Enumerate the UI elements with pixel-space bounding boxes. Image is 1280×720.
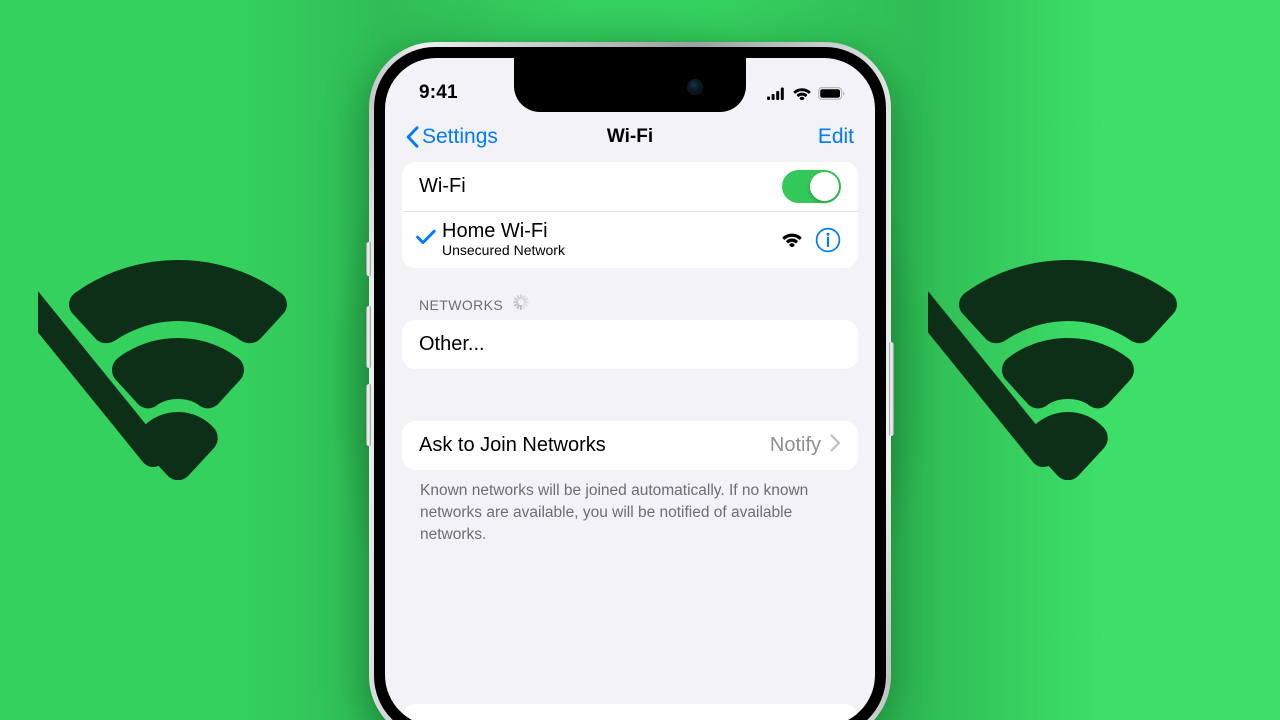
wifi-off-icon-left (0, 218, 318, 485)
ask-to-join-value: Notify (769, 434, 821, 456)
wifi-off-icon-right (877, 218, 1208, 485)
loading-spinner-icon (512, 293, 529, 313)
status-bar-icons (767, 86, 845, 100)
battery-icon (818, 86, 845, 100)
connected-network-row[interactable]: Home Wi-Fi Unsecured Network (402, 211, 858, 268)
connected-network-subtitle: Unsecured Network (442, 242, 565, 259)
cellular-signal-icon (767, 87, 784, 100)
wifi-toggle-label: Wi-Fi (419, 175, 466, 197)
navigation-bar: Settings Wi-Fi Edit (385, 112, 875, 162)
edit-button[interactable]: Edit (818, 125, 854, 149)
settings-content: Wi-Fi Home Wi-Fi Unsecured Network NETWO… (385, 162, 875, 720)
checkmark-icon (416, 229, 442, 250)
networks-section-header: NETWORKS (402, 268, 858, 320)
iphone-device: 9:41 Settings Wi-Fi Edit Wi-Fi Home Wi-F… (366, 42, 894, 720)
other-network-row[interactable]: Other... (402, 320, 858, 369)
wifi-toggle-row[interactable]: Wi-Fi (402, 162, 858, 211)
wifi-toggle-switch[interactable] (782, 170, 841, 203)
wifi-icon (793, 87, 811, 100)
wifi-signal-icon (782, 233, 802, 247)
networks-header-label: NETWORKS (419, 296, 504, 313)
phone-screen: 9:41 Settings Wi-Fi Edit Wi-Fi Home Wi-F… (385, 58, 875, 720)
back-button[interactable]: Settings (406, 125, 498, 149)
other-network-card: Other... (402, 320, 858, 369)
phone-bezel: 9:41 Settings Wi-Fi Edit Wi-Fi Home Wi-F… (374, 47, 886, 720)
ask-to-join-label: Ask to Join Networks (419, 434, 606, 456)
power-button[interactable] (889, 342, 894, 436)
connected-network-text: Home Wi-Fi Unsecured Network (442, 220, 565, 259)
connected-network-actions (782, 227, 841, 253)
ask-to-join-footer: Known networks will be joined automatica… (420, 482, 809, 543)
mute-switch-button[interactable] (366, 242, 371, 276)
ask-to-join-row[interactable]: Ask to Join Networks Notify (402, 421, 858, 470)
wifi-toggle-knob (810, 172, 839, 201)
volume-up-button[interactable] (366, 306, 371, 368)
other-network-label: Other... (419, 333, 485, 355)
status-time: 9:41 (419, 82, 458, 103)
back-button-label: Settings (422, 125, 498, 148)
wifi-card: Wi-Fi Home Wi-Fi Unsecured Network (402, 162, 858, 268)
chevron-right-icon (830, 434, 841, 457)
chevron-left-icon (406, 126, 419, 148)
next-section-card (402, 704, 858, 720)
volume-down-button[interactable] (366, 384, 371, 446)
connected-network-name: Home Wi-Fi (442, 219, 548, 242)
ask-to-join-card: Ask to Join Networks Notify (402, 421, 858, 470)
status-bar: 9:41 (385, 58, 875, 112)
info-circle-icon[interactable] (815, 227, 841, 253)
